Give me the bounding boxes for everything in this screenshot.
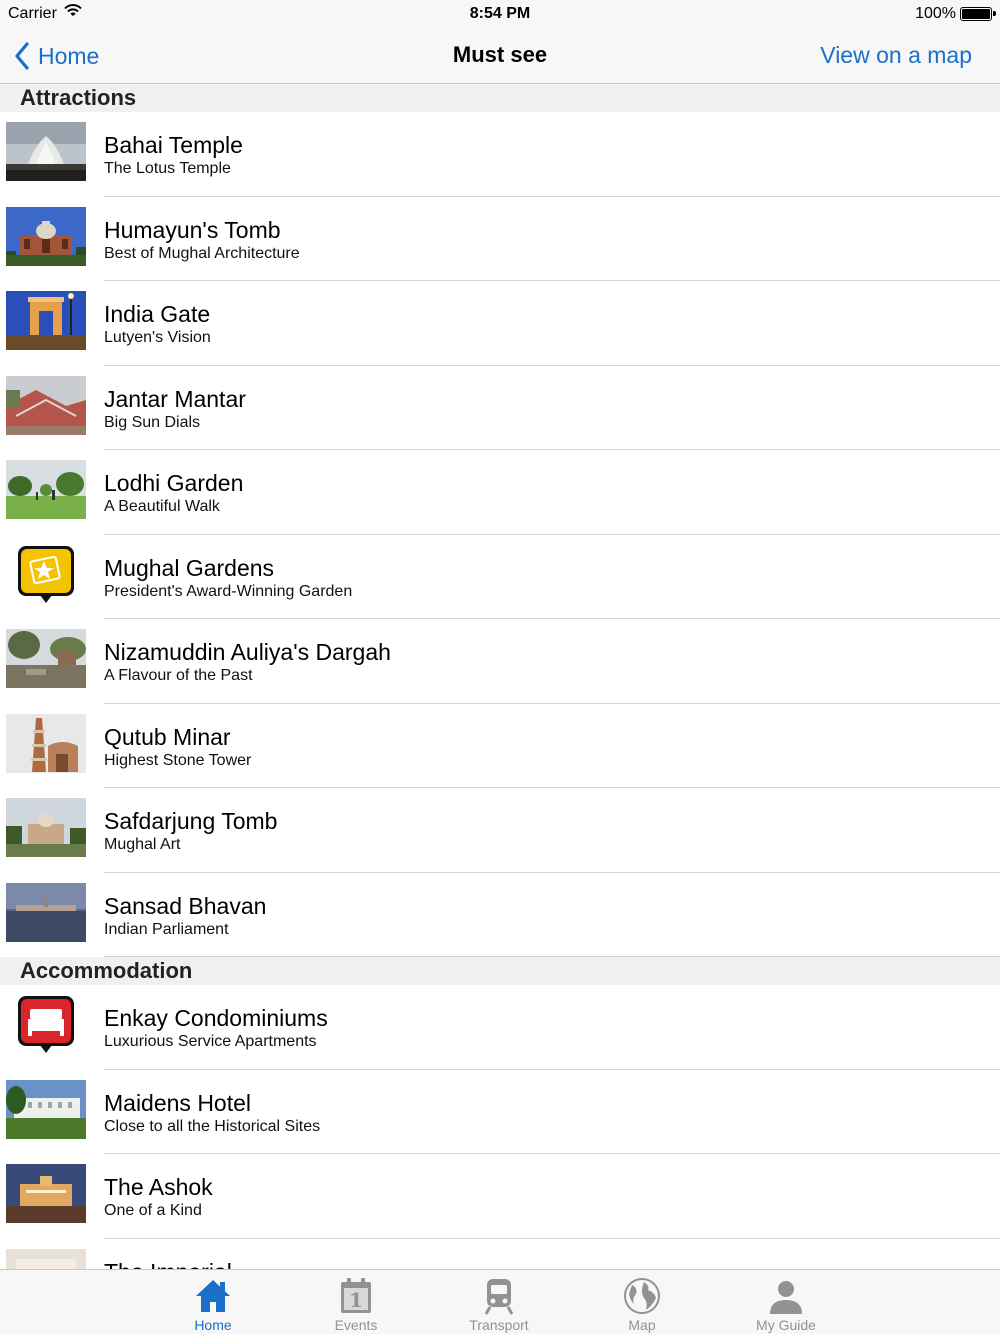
row-separator <box>104 956 1000 957</box>
svg-text:1: 1 <box>349 1288 363 1312</box>
globe-icon <box>622 1276 662 1316</box>
humayun-tomb-photo <box>6 206 86 266</box>
attraction-pin-icon <box>6 545 86 604</box>
ashok-hotel-photo <box>6 1164 86 1223</box>
tab-transport[interactable]: Transport <box>439 1270 559 1335</box>
list-item-title: Maidens Hotel <box>104 1089 252 1116</box>
maidens-hotel-photo <box>6 1079 86 1139</box>
chevron-left-icon <box>15 42 29 70</box>
tab-label: Map <box>628 1317 656 1333</box>
india-gate-photo <box>6 291 86 350</box>
list-item-title: Nizamuddin Auliya's Dargah <box>104 639 391 665</box>
tab-label: Events <box>334 1317 378 1333</box>
list-item-the-ashok[interactable]: The Ashok One of a Kind <box>0 1154 1000 1239</box>
list-item-subtitle: President's Award-Winning Garden <box>104 582 353 600</box>
list-item-title: Sansad Bhavan <box>104 892 267 919</box>
list-item-qutub-minar[interactable]: Qutub Minar Highest Stone Tower <box>0 703 1000 788</box>
list-item-title: Qutub Minar <box>104 723 231 750</box>
tab-map[interactable]: Map <box>582 1270 702 1335</box>
back-button[interactable]: Home <box>14 40 99 72</box>
tab-label: Transport <box>469 1317 529 1333</box>
list-item-subtitle: Indian Parliament <box>104 920 229 938</box>
list-item-maidens-hotel[interactable]: Maidens Hotel Close to all the Historical… <box>0 1069 1000 1154</box>
list-item-subtitle: A Beautiful Walk <box>104 498 220 515</box>
list-item-subtitle: Close to all the Historical Sites <box>104 1117 321 1135</box>
list-item-title: Jantar Mantar <box>104 385 246 412</box>
list-item-subtitle: Luxurious Service Apartments <box>104 1033 317 1050</box>
list-item-subtitle: Big Sun Dials <box>104 413 201 431</box>
list-item-subtitle: Best of Mughal Architecture <box>104 244 300 262</box>
tab-home[interactable]: Home <box>153 1270 273 1335</box>
list-item-subtitle: Mughal Art <box>104 836 181 853</box>
list-item-india-gate[interactable]: India Gate Lutyen's Vision <box>0 281 1000 366</box>
tab-label: Home <box>194 1317 232 1333</box>
tab-label: My Guide <box>756 1317 816 1333</box>
dargah-photo <box>6 629 86 688</box>
train-icon <box>479 1276 519 1316</box>
list-item-subtitle: Lutyen's Vision <box>104 329 211 346</box>
list-item-mughal-gardens[interactable]: Mughal Gardens President's Award-Winning … <box>0 534 1000 619</box>
list-item-subtitle: One of a Kind <box>104 1202 202 1219</box>
clock: 8:54 PM <box>469 5 531 22</box>
list-item-sansad-bhavan[interactable]: Sansad Bhavan Indian Parliament <box>0 872 1000 957</box>
list-item-title: The Ashok <box>104 1174 213 1200</box>
list-item-lodhi-garden[interactable]: Lodhi Garden A Beautiful Walk <box>0 450 1000 535</box>
parliament-photo <box>6 882 86 942</box>
list-item-subtitle: Highest Stone Tower <box>104 751 252 769</box>
list-item-humayun-s-tomb[interactable]: Humayun's Tomb Best of Mughal Architectur… <box>0 196 1000 281</box>
list-item-title: Lodhi Garden <box>104 470 244 496</box>
list-item-the-imperial[interactable]: The Imperial <box>0 1238 1000 1270</box>
tab-bar: Home 1 Events Transport Map My Guide <box>0 1269 1000 1334</box>
status-bar: Carrier 8:54 PM 100% <box>0 0 1000 28</box>
battery-percent: 100% <box>915 5 956 22</box>
must-see-list[interactable]: Attractions Bahai Temple The Lotus Temple H… <box>0 84 1000 1269</box>
list-item-title: India Gate <box>104 301 211 327</box>
section-header-attractions: Attractions <box>0 84 1000 112</box>
list-item-title: Safdarjung Tomb <box>104 808 278 834</box>
section-header-accommodation: Accommodation <box>0 957 1000 985</box>
list-item-nizamuddin-auliya-s-dargah[interactable]: Nizamuddin Auliya's Dargah A Flavour of t… <box>0 619 1000 704</box>
lodhi-garden-photo <box>6 460 86 519</box>
battery-icon <box>960 7 996 21</box>
back-button-label: Home <box>38 42 100 69</box>
list-item-title: The Imperial <box>104 1259 232 1270</box>
list-item-bahai-temple[interactable]: Bahai Temple The Lotus Temple <box>0 112 1000 197</box>
view-on-map-button[interactable]: View on a map <box>820 42 972 69</box>
calendar-icon: 1 <box>336 1276 376 1316</box>
list-item-jantar-mantar[interactable]: Jantar Mantar Big Sun Dials <box>0 365 1000 450</box>
tab-my-guide[interactable]: My Guide <box>726 1270 846 1335</box>
lotus-temple-photo <box>6 122 86 181</box>
hotel-bed-pin-icon <box>6 995 86 1054</box>
list-item-title: Humayun's Tomb <box>104 216 281 243</box>
list-item-safdarjung-tomb[interactable]: Safdarjung Tomb Mughal Art <box>0 788 1000 873</box>
list-item-title: Enkay Condominiums <box>104 1005 328 1031</box>
list-item-subtitle: A Flavour of the Past <box>104 667 253 684</box>
list-item-subtitle: The Lotus Temple <box>104 160 231 177</box>
list-item-title: Mughal Gardens <box>104 554 275 581</box>
jantar-mantar-photo <box>6 375 86 435</box>
list-item-title: Bahai Temple <box>104 132 243 158</box>
person-icon <box>766 1276 806 1316</box>
list-item-enkay-condominiums[interactable]: Enkay Condominiums Luxurious Service Apar… <box>0 985 1000 1070</box>
imperial-hotel-photo <box>6 1248 86 1269</box>
home-icon <box>193 1276 233 1316</box>
qutub-minar-photo <box>6 713 86 773</box>
safdarjung-tomb-photo <box>6 798 86 857</box>
navigation-bar: Home Must see View on a map <box>0 28 1000 84</box>
tab-events[interactable]: 1 Events <box>296 1270 416 1335</box>
